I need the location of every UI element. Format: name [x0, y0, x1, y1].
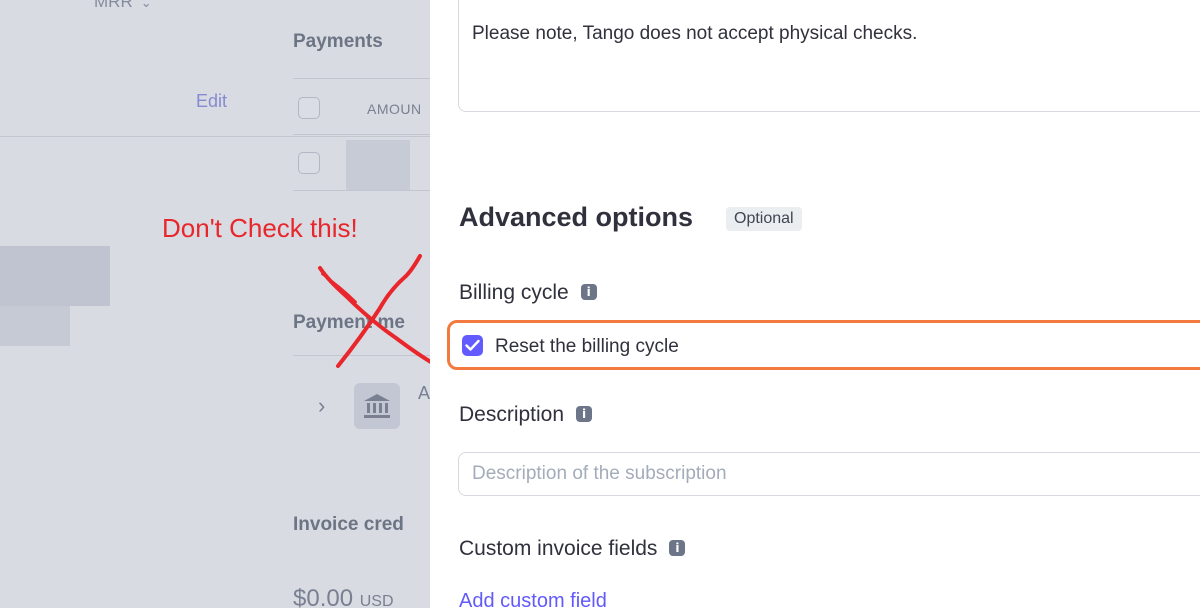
mrr-dropdown[interactable]: MRR ⌄: [94, 0, 152, 12]
description-text: Description: [459, 403, 565, 426]
memo-textarea[interactable]: Please note, Tango does not accept physi…: [458, 0, 1200, 112]
advanced-options-title: Advanced options: [459, 202, 694, 232]
mrr-label: MRR: [94, 0, 133, 11]
edit-link[interactable]: Edit: [196, 91, 227, 112]
divider: [293, 190, 430, 191]
divider: [293, 78, 430, 79]
checkmark-icon: [465, 339, 480, 351]
description-label: Description i: [459, 403, 593, 427]
amount-column-header: AMOUN: [367, 101, 422, 117]
custom-invoice-fields-label: Custom invoice fields i: [459, 537, 686, 561]
reset-billing-cycle-option[interactable]: Reset the billing cycle: [447, 320, 1200, 370]
payments-heading: Payments: [293, 31, 383, 52]
credit-balance: $0.00 USD: [293, 585, 394, 608]
description-input[interactable]: [458, 452, 1200, 496]
subscription-edit-panel: Please note, Tango does not accept physi…: [430, 0, 1200, 608]
credit-currency: USD: [359, 593, 394, 608]
chevron-down-icon: ⌄: [140, 0, 152, 10]
add-custom-field-link[interactable]: Add custom field: [459, 590, 607, 608]
redacted-block: [346, 140, 410, 190]
billing-cycle-text: Billing cycle: [459, 281, 569, 304]
redacted-block: [0, 306, 70, 346]
bank-icon: [354, 383, 400, 429]
reset-billing-cycle-checkbox[interactable]: [462, 335, 483, 356]
info-icon[interactable]: i: [580, 284, 597, 300]
custom-invoice-fields-text: Custom invoice fields: [459, 537, 658, 560]
divider: [293, 134, 430, 135]
invoice-credit-heading: Invoice cred: [293, 514, 404, 535]
divider: [0, 136, 430, 137]
chevron-right-icon[interactable]: ›: [318, 393, 325, 419]
row-checkbox[interactable]: [298, 152, 320, 174]
reset-billing-cycle-label[interactable]: Reset the billing cycle: [495, 336, 679, 358]
annotation-cross-mark: [318, 254, 430, 368]
billing-cycle-label: Billing cycle i: [459, 281, 597, 305]
memo-text: Please note, Tango does not accept physi…: [472, 23, 918, 44]
select-all-checkbox[interactable]: [298, 97, 320, 119]
payment-method-name: A: [418, 383, 430, 403]
info-icon[interactable]: i: [576, 406, 593, 422]
optional-badge: Optional: [726, 207, 802, 231]
redacted-block: [0, 246, 110, 306]
info-icon[interactable]: i: [669, 540, 686, 556]
credit-amount: $0.00: [293, 585, 354, 608]
annotation-text: Don't Check this!: [162, 213, 358, 243]
